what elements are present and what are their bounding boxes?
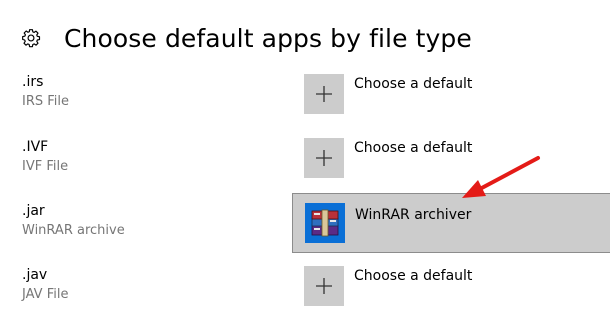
choose-default-button-ivf[interactable]: Choose a default xyxy=(293,138,472,178)
extension-label: .jar xyxy=(22,203,45,219)
header: Choose default apps by file type xyxy=(20,18,472,58)
file-type-ivf: .IVF IVF File xyxy=(22,139,68,175)
winrar-icon xyxy=(305,203,345,243)
page-title: Choose default apps by file type xyxy=(64,23,472,53)
file-type-irs: .irs IRS File xyxy=(22,74,69,110)
app-label: Choose a default xyxy=(354,140,473,156)
app-label: Choose a default xyxy=(354,268,473,284)
gear-icon xyxy=(20,27,42,49)
file-type-jar: .jar WinRAR archive xyxy=(22,203,125,239)
choose-default-button-jav[interactable]: Choose a default xyxy=(293,266,472,306)
file-type-jav: .jav JAV File xyxy=(22,267,68,303)
page: Choose default apps by file type .irs IR… xyxy=(0,0,610,317)
extension-description: WinRAR archive xyxy=(22,223,125,238)
extension-label: .jav xyxy=(22,267,48,283)
app-label: Choose a default xyxy=(354,76,473,92)
extension-label: .IVF xyxy=(22,139,49,155)
choose-default-button-irs[interactable]: Choose a default xyxy=(293,74,472,114)
extension-description: IVF File xyxy=(22,159,69,174)
extension-description: IRS File xyxy=(22,94,70,109)
extension-label: .irs xyxy=(22,74,44,90)
default-app-button-jar[interactable]: WinRAR archiver xyxy=(292,193,610,253)
app-label: WinRAR archiver xyxy=(355,207,472,223)
extension-description: JAV File xyxy=(22,287,69,302)
plus-icon xyxy=(304,74,344,114)
plus-icon xyxy=(304,266,344,306)
plus-icon xyxy=(304,138,344,178)
